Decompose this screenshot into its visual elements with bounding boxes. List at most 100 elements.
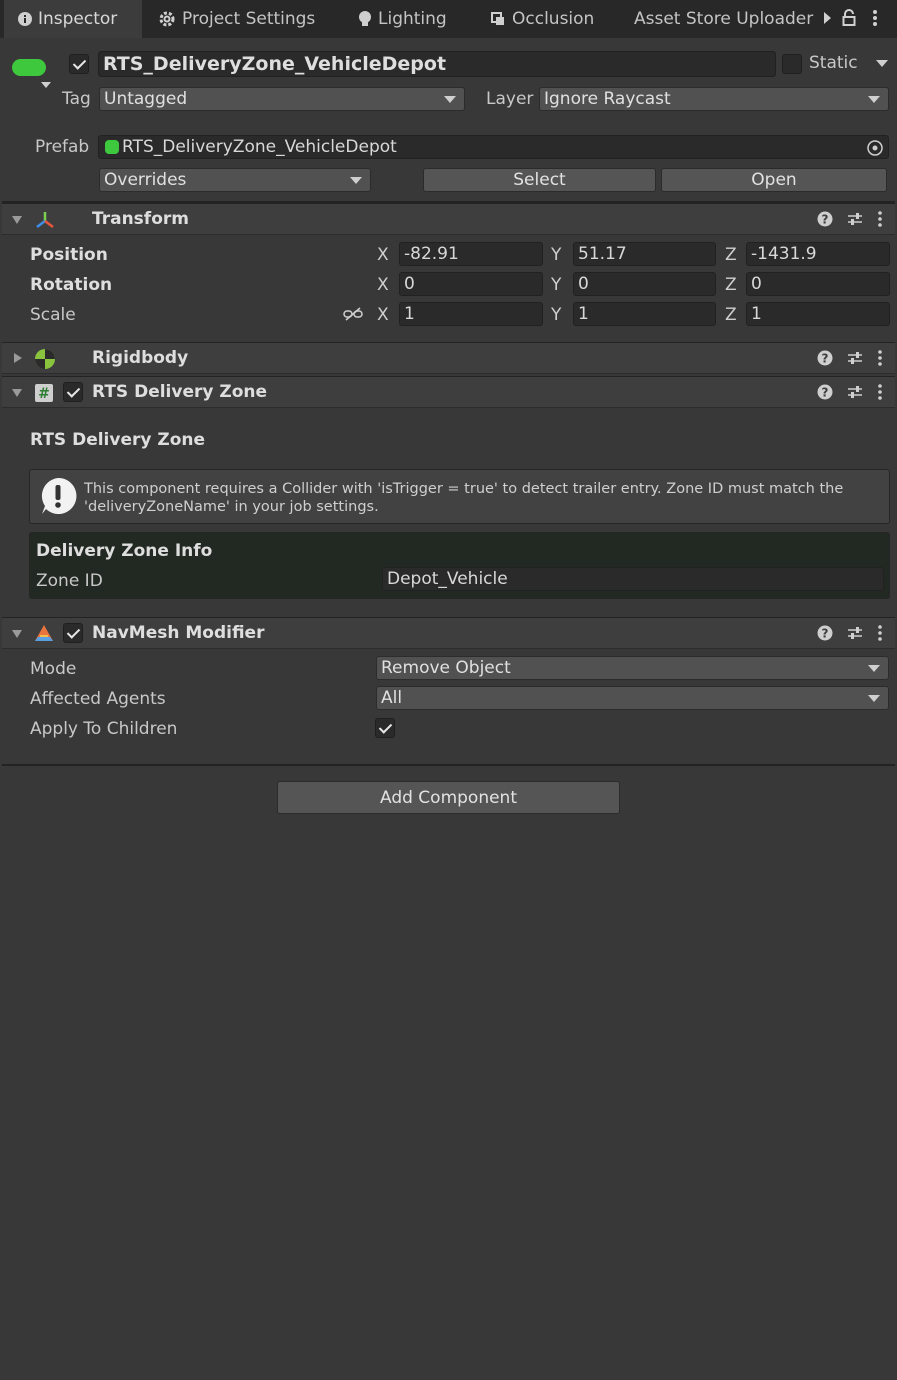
divider xyxy=(2,764,895,766)
transform-header[interactable]: Transform ? xyxy=(2,203,895,235)
navmesh-header-icons: ? xyxy=(817,625,883,641)
static-label: Static xyxy=(809,53,858,73)
scale-x-label[interactable]: X xyxy=(377,305,389,325)
tab-project-settings[interactable]: Project Settings xyxy=(158,0,315,38)
presets-icon[interactable] xyxy=(847,211,863,227)
icon-dropdown-arrow-icon[interactable] xyxy=(41,82,51,88)
foldout-collapsed-icon[interactable] xyxy=(14,353,22,363)
rotation-z-field[interactable]: 0 xyxy=(746,272,890,296)
chevron-down-icon xyxy=(868,665,880,672)
position-z-field[interactable]: -1431.9 xyxy=(746,242,890,266)
gear-icon xyxy=(159,11,175,27)
static-dropdown-arrow-icon[interactable] xyxy=(876,60,888,67)
zone-id-label: Zone ID xyxy=(36,571,103,591)
navmesh-modifier-header[interactable]: NavMesh Modifier ? xyxy=(2,617,895,649)
tab-asset-store-uploader[interactable]: Asset Store Uploader xyxy=(634,0,813,38)
component-menu-icon[interactable] xyxy=(877,625,883,641)
add-component-button[interactable]: Add Component xyxy=(277,781,620,814)
position-x-field[interactable]: -82.91 xyxy=(399,242,543,266)
tag-label: Tag xyxy=(62,89,91,109)
navmesh-icon xyxy=(35,625,53,641)
tag-dropdown[interactable]: Untagged xyxy=(99,87,465,111)
chevron-down-icon xyxy=(868,96,880,103)
warning-icon xyxy=(41,477,77,514)
tab-occlusion[interactable]: Occlusion xyxy=(490,0,594,38)
affected-agents-dropdown[interactable]: All xyxy=(376,686,889,710)
rotation-x-field[interactable]: 0 xyxy=(399,272,543,296)
affected-agents-label: Affected Agents xyxy=(30,689,166,709)
mode-dropdown[interactable]: Remove Object xyxy=(376,656,889,680)
delivery-zone-enabled-checkbox[interactable] xyxy=(63,382,83,402)
scale-x-field[interactable]: 1 xyxy=(399,302,543,326)
lock-icon[interactable] xyxy=(842,9,856,27)
foldout-expanded-icon[interactable] xyxy=(12,630,22,638)
transform-header-icons: ? xyxy=(817,211,883,227)
rotation-y-field[interactable]: 0 xyxy=(573,272,716,296)
static-checkbox[interactable] xyxy=(782,54,802,74)
overrides-dropdown[interactable]: Overrides xyxy=(99,168,371,192)
svg-text:?: ? xyxy=(822,352,829,366)
svg-text:#: # xyxy=(38,386,50,402)
rotation-z-label[interactable]: Z xyxy=(725,275,737,295)
delivery-zone-header-icons: ? xyxy=(817,384,883,400)
presets-icon[interactable] xyxy=(847,350,863,366)
help-icon[interactable]: ? xyxy=(817,625,833,641)
delivery-section-title: RTS Delivery Zone xyxy=(30,430,206,450)
tab-menu-icon[interactable] xyxy=(872,9,878,27)
presets-icon[interactable] xyxy=(847,384,863,400)
delivery-zone-title: RTS Delivery Zone xyxy=(92,382,268,402)
component-menu-icon[interactable] xyxy=(877,384,883,400)
foldout-expanded-icon[interactable] xyxy=(12,389,22,397)
scale-y-field[interactable]: 1 xyxy=(573,302,716,326)
select-button[interactable]: Select xyxy=(423,168,656,192)
help-icon[interactable]: ? xyxy=(817,384,833,400)
position-x-label[interactable]: X xyxy=(377,245,389,265)
apply-to-children-checkbox[interactable] xyxy=(375,718,395,738)
prefab-field[interactable]: RTS_DeliveryZone_VehicleDepot xyxy=(98,135,889,159)
game-object-icon[interactable] xyxy=(12,59,46,76)
rigidbody-header-icons: ? xyxy=(817,350,883,366)
prefab-label: Prefab xyxy=(35,137,90,157)
layer-label: Layer xyxy=(486,89,534,109)
scale-z-field[interactable]: 1 xyxy=(746,302,890,326)
rigidbody-title: Rigidbody xyxy=(92,348,189,368)
unlinked-chain-icon[interactable] xyxy=(343,306,363,322)
open-button[interactable]: Open xyxy=(661,168,887,192)
object-name-field[interactable]: RTS_DeliveryZone_VehicleDepot xyxy=(98,51,776,77)
rigidbody-icon xyxy=(35,349,55,369)
position-z-label[interactable]: Z xyxy=(725,245,737,265)
scale-z-label[interactable]: Z xyxy=(725,305,737,325)
active-toggle[interactable] xyxy=(69,54,89,74)
tab-inspector[interactable]: Inspector xyxy=(4,0,142,38)
tab-lighting[interactable]: Lighting xyxy=(358,0,447,38)
occlusion-icon xyxy=(491,12,504,25)
delivery-zone-header[interactable]: # RTS Delivery Zone ? xyxy=(2,376,895,408)
transform-icon xyxy=(36,212,54,228)
tab-bar: Inspector Project Settings Lighting Occl… xyxy=(0,0,897,38)
chevron-down-icon xyxy=(868,695,880,702)
scale-label: Scale xyxy=(30,305,76,325)
svg-text:?: ? xyxy=(822,627,829,641)
component-menu-icon[interactable] xyxy=(877,350,883,366)
scale-y-label[interactable]: Y xyxy=(551,305,561,325)
rigidbody-header[interactable]: Rigidbody ? xyxy=(2,342,895,374)
help-icon[interactable]: ? xyxy=(817,211,833,227)
rotation-x-label[interactable]: X xyxy=(377,275,389,295)
position-y-field[interactable]: 51.17 xyxy=(573,242,716,266)
info-icon xyxy=(18,12,32,26)
warning-text: This component requires a Collider with … xyxy=(84,481,844,515)
chevron-down-icon xyxy=(350,177,362,184)
tab-overflow-arrow-icon[interactable] xyxy=(824,12,831,24)
zone-id-field[interactable]: Depot_Vehicle xyxy=(382,567,884,591)
position-y-label[interactable]: Y xyxy=(551,245,561,265)
component-menu-icon[interactable] xyxy=(877,211,883,227)
layer-dropdown[interactable]: Ignore Raycast xyxy=(539,87,889,111)
help-icon[interactable]: ? xyxy=(817,350,833,366)
delivery-zone-info-box: Delivery Zone Info Zone ID Depot_Vehicle xyxy=(29,532,890,599)
presets-icon[interactable] xyxy=(847,625,863,641)
navmesh-enabled-checkbox[interactable] xyxy=(63,623,83,643)
rotation-y-label[interactable]: Y xyxy=(551,275,561,295)
foldout-expanded-icon[interactable] xyxy=(12,216,22,224)
rotation-label: Rotation xyxy=(30,275,113,295)
object-picker-icon[interactable] xyxy=(866,139,884,157)
